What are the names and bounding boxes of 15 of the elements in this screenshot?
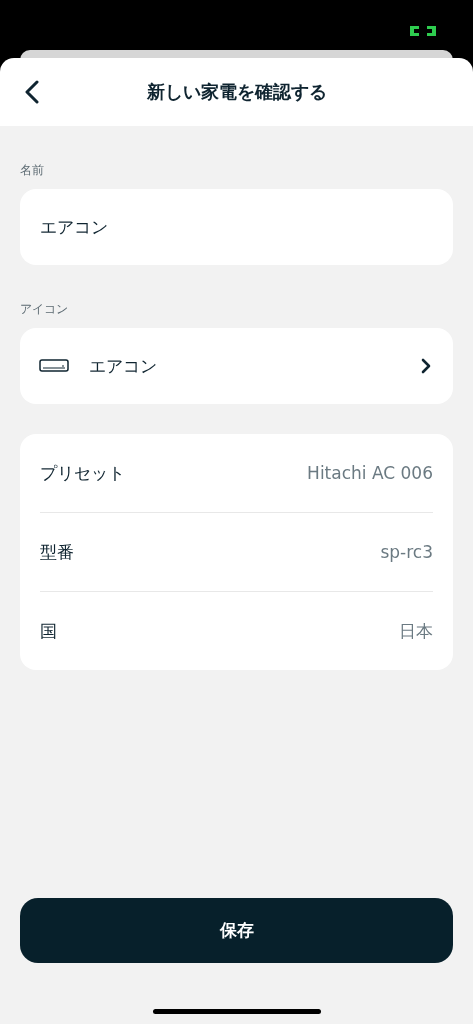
save-button[interactable]: 保存 bbox=[20, 898, 453, 963]
icon-selector[interactable]: エアコン bbox=[20, 328, 453, 404]
chevron-right-icon bbox=[421, 358, 431, 374]
air-conditioner-icon bbox=[39, 359, 69, 373]
name-field[interactable]: エアコン bbox=[20, 189, 453, 265]
detail-label: 型番 bbox=[40, 540, 74, 564]
field-label: 名前 bbox=[20, 163, 44, 177]
detail-value: sp-rc3 bbox=[380, 542, 433, 562]
detail-value: Hitachi AC 006 bbox=[307, 463, 433, 483]
field-label: アイコン bbox=[20, 302, 68, 316]
detail-value: 日本 bbox=[399, 619, 433, 643]
detail-label: 国 bbox=[40, 619, 57, 643]
detail-label: プリセット bbox=[40, 461, 125, 485]
recording-icon bbox=[410, 26, 436, 36]
page-title: 新しい家電を確認する bbox=[146, 80, 327, 104]
